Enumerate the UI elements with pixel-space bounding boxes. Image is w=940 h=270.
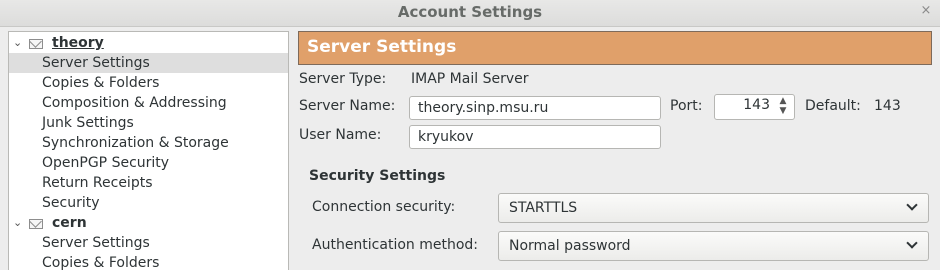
auth-method-label: Authentication method: xyxy=(312,237,479,253)
sidebar-item-label: Copies & Folders xyxy=(42,75,160,91)
close-icon[interactable]: × xyxy=(918,2,934,20)
auth-method-select[interactable]: Normal password xyxy=(498,231,929,261)
window-title: Account Settings xyxy=(397,3,543,21)
chevron-down-icon xyxy=(906,237,918,251)
chevron-down-icon[interactable]: ⌄ xyxy=(13,33,25,53)
stepper-arrows-icon[interactable]: ▲ ▼ xyxy=(778,96,788,116)
server-name-field[interactable]: theory.sinp.msu.ru xyxy=(409,96,661,120)
connection-security-label: Connection security: xyxy=(312,199,456,215)
sidebar-item-label: Server Settings xyxy=(42,235,150,251)
title-bar: Account Settings × xyxy=(0,0,940,27)
security-settings-heading: Security Settings xyxy=(309,168,446,184)
account-tree[interactable]: ⌄ theory Server Settings Copies & Folder… xyxy=(8,31,289,270)
sidebar-item-composition-addressing[interactable]: Composition & Addressing xyxy=(9,93,288,113)
sidebar-item-server-settings[interactable]: Server Settings xyxy=(9,53,288,73)
sidebar-item-junk-settings[interactable]: Junk Settings xyxy=(9,113,288,133)
sidebar-item-copies-folders[interactable]: Copies & Folders xyxy=(9,253,288,270)
user-name-label: User Name: xyxy=(299,127,382,143)
default-port-label: Default: xyxy=(805,98,861,114)
sidebar-item-synchronization-storage[interactable]: Synchronization & Storage xyxy=(9,133,288,153)
port-value: 143 xyxy=(743,97,770,113)
account-name: theory xyxy=(52,35,104,51)
chevron-down-icon xyxy=(906,199,918,213)
page-title-banner: Server Settings xyxy=(298,31,932,65)
port-stepper[interactable]: 143 ▲ ▼ xyxy=(714,94,795,120)
account-theory[interactable]: ⌄ theory xyxy=(9,33,288,53)
sidebar-item-label: Synchronization & Storage xyxy=(42,135,229,151)
user-name-field[interactable]: kryukov xyxy=(409,125,661,149)
mail-icon xyxy=(29,39,43,49)
default-port-value: 143 xyxy=(874,98,901,114)
sidebar-item-security[interactable]: Security xyxy=(9,193,288,213)
chevron-down-icon[interactable]: ⌄ xyxy=(13,213,25,233)
server-type-value: IMAP Mail Server xyxy=(411,71,529,87)
account-name: cern xyxy=(52,215,87,231)
account-cern[interactable]: ⌄ cern xyxy=(9,213,288,233)
server-type-label: Server Type: xyxy=(299,71,387,87)
sidebar-item-return-receipts[interactable]: Return Receipts xyxy=(9,173,288,193)
sidebar-item-label: OpenPGP Security xyxy=(42,155,170,171)
sidebar-item-server-settings[interactable]: Server Settings xyxy=(9,233,288,253)
page-title: Server Settings xyxy=(307,37,457,57)
sidebar-item-label: Security xyxy=(42,195,100,211)
auth-method-value: Normal password xyxy=(509,238,631,254)
sidebar-item-label: Junk Settings xyxy=(42,115,134,131)
mail-icon xyxy=(29,219,43,229)
port-label: Port: xyxy=(670,98,703,114)
sidebar-item-openpgp-security[interactable]: OpenPGP Security xyxy=(9,153,288,173)
sidebar-item-copies-folders[interactable]: Copies & Folders xyxy=(9,73,288,93)
server-name-label: Server Name: xyxy=(299,98,396,114)
connection-security-select[interactable]: STARTTLS xyxy=(498,193,929,223)
sidebar-item-label: Server Settings xyxy=(42,55,150,71)
sidebar-item-label: Composition & Addressing xyxy=(42,95,227,111)
sidebar-item-label: Return Receipts xyxy=(42,175,153,191)
connection-security-value: STARTTLS xyxy=(509,200,578,216)
sidebar-item-label: Copies & Folders xyxy=(42,255,160,270)
